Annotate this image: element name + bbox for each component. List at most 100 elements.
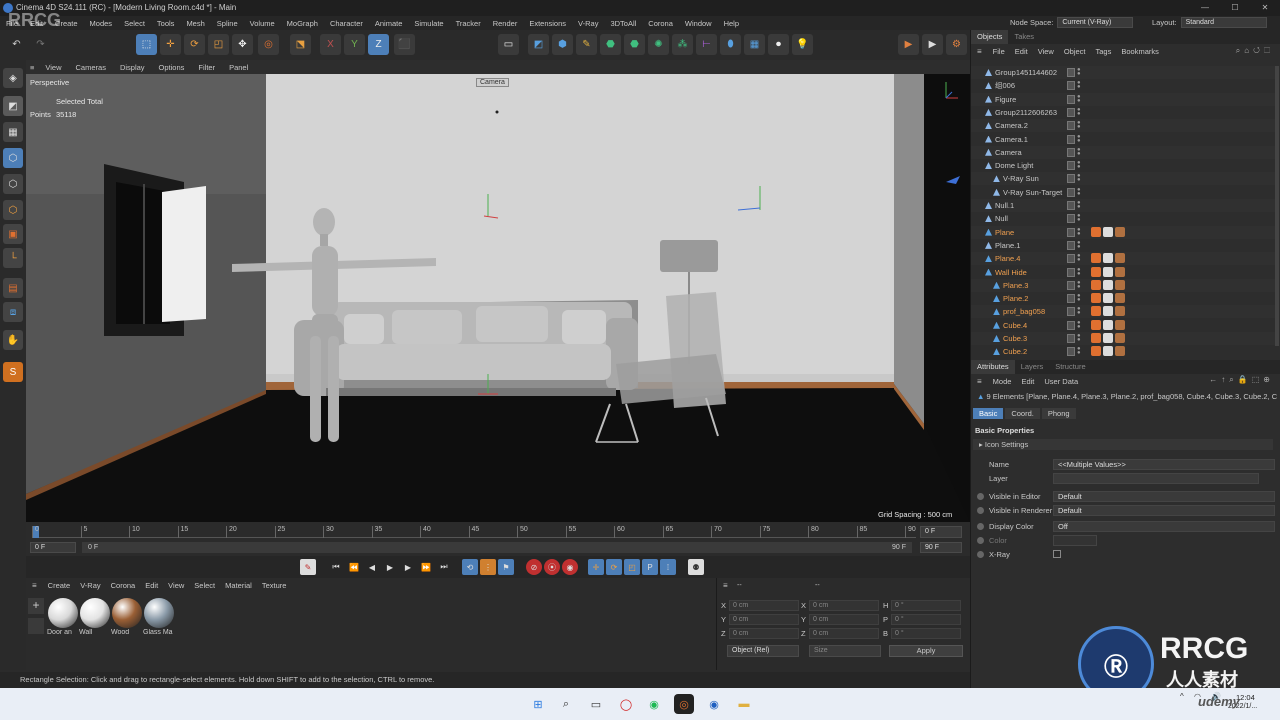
animation-radio[interactable]	[977, 537, 984, 544]
menu-simulate[interactable]: Simulate	[408, 19, 449, 28]
visibility-dots[interactable]: ● ●	[1077, 213, 1081, 223]
timeline-ruler[interactable]: 0 5 10 15 20 25 30 35 40 45 50 55 60 65 70 75 80 85 90	[32, 526, 916, 538]
visibility-dots[interactable]: ● ●	[1077, 94, 1081, 104]
redo-icon[interactable]: ↷	[30, 34, 51, 55]
object-row[interactable]: Group1451144602 ● ●	[971, 66, 1275, 79]
visibility-dots[interactable]: ● ●	[1077, 187, 1081, 197]
menu-extensions[interactable]: Extensions	[523, 19, 572, 28]
polygons-mode-icon[interactable]: ⬡	[3, 200, 23, 220]
field-icon[interactable]: ⊢	[696, 34, 717, 55]
object-name[interactable]: Cube.3	[1003, 332, 1027, 345]
animation-radio[interactable]	[977, 507, 984, 514]
object-name[interactable]: prof_bag058	[1003, 305, 1045, 318]
go-to-end-icon[interactable]: ⏭	[436, 559, 452, 575]
viewport-menu-filter[interactable]: Filter	[191, 63, 222, 72]
material-swatch[interactable]	[80, 598, 110, 628]
objects-menu-file[interactable]: File	[988, 47, 1010, 56]
viewport-menu-view[interactable]: View	[38, 63, 68, 72]
menu-render[interactable]: Render	[487, 19, 524, 28]
opera-icon[interactable]: ◯	[616, 694, 636, 714]
object-row[interactable]: Cube.2 ● ●	[971, 345, 1275, 358]
coord-value-field[interactable]: 0 °	[891, 628, 961, 639]
tag-icon[interactable]	[1091, 293, 1101, 304]
object-name[interactable]: Camera	[995, 146, 1022, 159]
go-to-start-icon[interactable]: ⏮	[328, 559, 344, 575]
attribute-value[interactable]: <<Multiple Values>>	[1053, 459, 1275, 470]
tag-icon[interactable]	[1091, 266, 1101, 277]
object-row[interactable]: Plane.2 ● ●	[971, 292, 1275, 306]
layer-checkbox[interactable]	[1067, 334, 1075, 343]
enable-axis-icon[interactable]: └	[3, 248, 23, 268]
objects-menu-edit[interactable]: Edit	[1010, 47, 1033, 56]
light-icon[interactable]: 💡	[792, 34, 813, 55]
objects-menu-view[interactable]: View	[1033, 47, 1059, 56]
chrome-icon[interactable]: ◉	[704, 694, 724, 714]
scheme-icon[interactable]: ⚉	[688, 559, 704, 575]
object-row[interactable]: Camera ● ●	[971, 145, 1275, 159]
menu-modes[interactable]: Modes	[84, 19, 119, 28]
tag-icon[interactable]	[1091, 226, 1101, 237]
visibility-dots[interactable]: ● ●	[1077, 173, 1081, 183]
visibility-dots[interactable]: ● ●	[1077, 107, 1081, 117]
hamburger-icon[interactable]: ≡	[723, 581, 728, 590]
viewport-perspective[interactable]: Perspective Selected Total Points 35118 …	[26, 74, 970, 522]
material-menu-select[interactable]: Select	[189, 581, 220, 590]
objects-toolbar-icons[interactable]: ⌕⌂↺⬚	[1236, 46, 1274, 56]
visibility-dots[interactable]: ● ●	[1077, 293, 1081, 303]
tag-icon[interactable]	[1115, 333, 1125, 343]
viewport-menu-cameras[interactable]: Cameras	[69, 63, 113, 72]
recent-tools-icon[interactable]: ◎	[258, 34, 279, 55]
tag-icon[interactable]	[1115, 253, 1125, 264]
object-name[interactable]: 组006	[995, 79, 1015, 92]
keyframe-selection-icon[interactable]: ◉	[562, 559, 578, 575]
visibility-dots[interactable]: ● ●	[1077, 147, 1081, 157]
visibility-dots[interactable]: ● ●	[1077, 280, 1081, 290]
layout-select[interactable]: Standard	[1180, 17, 1267, 28]
object-name[interactable]: Cube.2	[1003, 345, 1027, 358]
attribute-value[interactable]: Default	[1053, 505, 1275, 516]
material-menu-corona[interactable]: Corona	[106, 581, 141, 590]
make-editable-icon[interactable]: ◈	[3, 68, 23, 88]
object-row[interactable]: Cube.4 ● ●	[971, 318, 1275, 332]
xray-checkbox[interactable]	[1053, 550, 1061, 558]
object-name[interactable]: Camera.2	[995, 119, 1028, 132]
coord-value-field[interactable]: 0 cm	[729, 628, 799, 639]
object-name[interactable]: Wall Hide	[995, 266, 1027, 279]
tag-icon[interactable]	[1091, 333, 1101, 343]
hamburger-icon[interactable]: ≡	[971, 377, 988, 386]
object-row[interactable]: Null ● ●	[971, 212, 1275, 226]
tag-icon[interactable]	[1115, 279, 1125, 290]
tag-icon[interactable]	[1103, 306, 1113, 317]
menu-animate[interactable]: Animate	[369, 19, 409, 28]
object-row[interactable]: Plane.3 ● ●	[971, 278, 1275, 292]
menu-v-ray[interactable]: V-Ray	[572, 19, 604, 28]
layer-checkbox[interactable]	[1067, 280, 1075, 290]
scripts-icon[interactable]: S	[3, 362, 23, 382]
menu-volume[interactable]: Volume	[244, 19, 281, 28]
timeline[interactable]: 0 5 10 15 20 25 30 35 40 45 50 55 60 65 70 75 80 85 90 0 F…	[26, 522, 970, 556]
frame-range-slider[interactable]: 0 F 90 F	[82, 542, 912, 553]
object-row[interactable]: Camera.2 ● ●	[971, 119, 1275, 133]
object-row[interactable]: Camera.1 ● ●	[971, 132, 1275, 146]
object-name[interactable]: V-Ray Sun	[1003, 172, 1039, 185]
material-swatch[interactable]	[112, 598, 142, 628]
layer-checkbox[interactable]	[1067, 121, 1075, 131]
size-mode-select[interactable]: Size	[809, 645, 881, 657]
material-menu-edit[interactable]: Edit	[140, 581, 163, 590]
texture-mode-icon[interactable]: ▦	[3, 122, 23, 142]
coord-value-field[interactable]: 0 cm	[729, 614, 799, 625]
layer-checkbox[interactable]	[1067, 347, 1075, 357]
visibility-dots[interactable]: ● ●	[1077, 200, 1081, 210]
coord-value-field[interactable]: 0 °	[891, 600, 961, 611]
node-space-select[interactable]: Current (V-Ray)	[1057, 17, 1134, 28]
attributes-menu-edit[interactable]: Edit	[1016, 377, 1039, 386]
y-axis-lock-icon[interactable]: Y	[344, 34, 365, 55]
layer-checkbox[interactable]	[1067, 254, 1075, 264]
animation-radio[interactable]	[977, 551, 984, 558]
search-icon[interactable]: ⌕	[556, 694, 576, 714]
objects-menu-bookmarks[interactable]: Bookmarks	[1116, 47, 1164, 56]
tab-layers[interactable]: Layers	[1015, 360, 1050, 374]
coord-value-field[interactable]: 0 cm	[809, 614, 879, 625]
attribute-value[interactable]: Default	[1053, 491, 1275, 502]
tab-attributes[interactable]: Attributes	[971, 360, 1015, 374]
